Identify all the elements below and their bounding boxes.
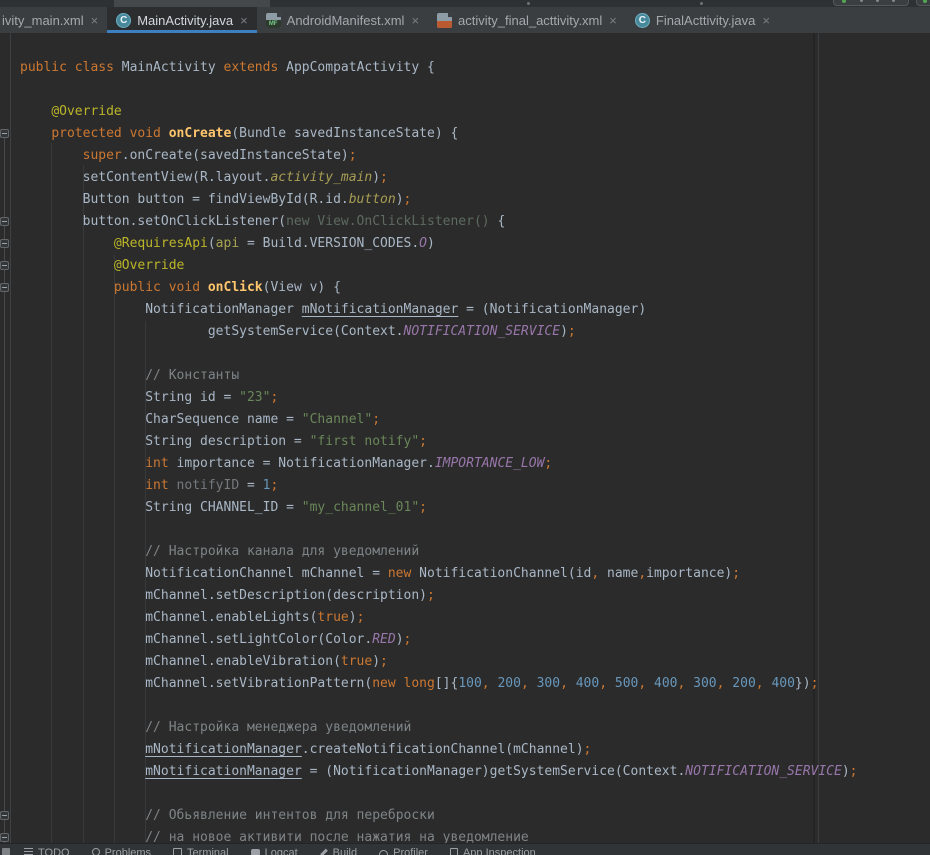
- code-editor[interactable]: public class MainActivity extends AppCom…: [0, 33, 930, 843]
- toolbar-cropped-strip: [0, 0, 930, 7]
- tab-close-icon[interactable]: ×: [762, 14, 770, 27]
- tab-mainactivity-java[interactable]: C MainActivity.java ×: [107, 7, 256, 33]
- toolbar-dot-icon: [700, 2, 703, 5]
- code-line: String CHANNEL_ID = "my_channel_01";: [20, 497, 930, 519]
- bottombar-item-label: Logcat: [265, 847, 298, 855]
- bottombar-item-label: TODO: [38, 847, 70, 855]
- tab-finalacttivity-java[interactable]: C FinalActtivity.java ×: [626, 7, 779, 33]
- fold-marker[interactable]: [0, 811, 9, 820]
- todo-list-icon: [24, 848, 33, 855]
- tab-label: FinalActtivity.java: [656, 13, 755, 28]
- tab-activity-final-acttivity-xml[interactable]: activity_final_acttivity.xml ×: [428, 7, 626, 33]
- bottombar-item-problems[interactable]: Problems: [92, 847, 151, 855]
- toolbar-segment: [114, 0, 270, 7]
- fold-marker[interactable]: [0, 217, 9, 226]
- bottombar-item-todo[interactable]: TODO: [24, 847, 70, 855]
- code-line: [20, 695, 930, 717]
- code-line: mNotificationManager.createNotificationC…: [20, 739, 930, 761]
- manifest-file-icon: MF: [266, 13, 281, 28]
- bottombar-item-profiler[interactable]: Profiler: [379, 847, 428, 855]
- tab-label: ivity_main.xml: [2, 13, 84, 28]
- code-line: CharSequence name = "Channel";: [20, 409, 930, 431]
- code-line: mNotificationManager = (NotificationMana…: [20, 761, 930, 783]
- code-line: button.setOnClickListener(new View.OnCli…: [20, 211, 930, 233]
- profiler-icon: [379, 850, 388, 855]
- code-line: [20, 79, 930, 101]
- code-line: NotificationManager mNotificationManager…: [20, 299, 930, 321]
- code-line: Button button = findViewById(R.id.button…: [20, 189, 930, 211]
- bottombar-item-app-inspection[interactable]: App Inspection: [450, 847, 536, 855]
- tab-close-icon[interactable]: ×: [411, 14, 419, 27]
- code-line: mChannel.setLightColor(Color.RED);: [20, 629, 930, 651]
- code-line: // Константы: [20, 365, 930, 387]
- java-class-file-icon: C: [116, 13, 131, 28]
- code-line: @Override: [20, 101, 930, 123]
- fold-marker[interactable]: [0, 239, 9, 248]
- code-line: [20, 343, 930, 365]
- code-line: mChannel.enableVibration(true);: [20, 651, 930, 673]
- problems-icon: [92, 848, 100, 855]
- bottombar-item-build[interactable]: Build: [320, 847, 357, 855]
- bottombar-item-logcat[interactable]: Logcat: [251, 847, 298, 855]
- fold-marker[interactable]: [0, 261, 9, 270]
- code-line: mChannel.setVibrationPattern(new long[]{…: [20, 673, 930, 695]
- fold-marker[interactable]: [0, 833, 9, 842]
- bottombar-item-terminal[interactable]: Terminal: [173, 847, 229, 855]
- window-icon-fragment[interactable]: [2, 848, 10, 855]
- terminal-icon: [173, 848, 182, 855]
- tab-close-icon[interactable]: ×: [240, 14, 248, 27]
- bottombar-item-label: Profiler: [393, 847, 428, 855]
- code-line: protected void onCreate(Bundle savedInst…: [20, 123, 930, 145]
- code-line: super.onCreate(savedInstanceState);: [20, 145, 930, 167]
- code-line: String description = "first notify";: [20, 431, 930, 453]
- code-line: getSystemService(Context.NOTIFICATION_SE…: [20, 321, 930, 343]
- bottombar-item-label: App Inspection: [463, 847, 536, 855]
- bottombar-item-label: Build: [333, 847, 357, 855]
- ide-window: ivity_main.xml × C MainActivity.java × MF Andr…: [0, 0, 930, 855]
- tab-close-icon[interactable]: ×: [91, 14, 99, 27]
- tab-label: AndroidManifest.xml: [287, 13, 405, 28]
- fold-marker[interactable]: [0, 283, 9, 292]
- java-class-file-icon: C: [635, 13, 650, 28]
- layout-xml-file-icon: [437, 13, 452, 28]
- tool-window-bar: TODO Problems Terminal Logcat Build Profiler A…: [0, 843, 930, 855]
- code-line: NotificationChannel mChannel = new Notif…: [20, 563, 930, 585]
- tab-label: MainActivity.java: [137, 13, 233, 28]
- tab-androidmanifest-xml[interactable]: MF AndroidManifest.xml ×: [257, 7, 428, 33]
- build-hammer-icon: [320, 849, 328, 855]
- code-line: // Настройка менеджера уведомлений: [20, 717, 930, 739]
- code-area[interactable]: public class MainActivity extends AppCom…: [0, 33, 930, 843]
- code-line: [20, 519, 930, 541]
- logcat-icon: [251, 849, 260, 855]
- tab-close-icon[interactable]: ×: [609, 14, 617, 27]
- code-line: // на новое активити после нажатия на ув…: [20, 827, 930, 843]
- code-line: int importance = NotificationManager.IMP…: [20, 453, 930, 475]
- code-line: mChannel.enableLights(true);: [20, 607, 930, 629]
- fold-marker[interactable]: [0, 129, 9, 138]
- tab-ivity-main-xml[interactable]: ivity_main.xml ×: [0, 7, 107, 33]
- code-line: // Настройка канала для уведомлений: [20, 541, 930, 563]
- code-line: public void onClick(View v) {: [20, 277, 930, 299]
- code-line: @Override: [20, 255, 930, 277]
- code-line: String id = "23";: [20, 387, 930, 409]
- code-line: [20, 783, 930, 805]
- code-line: int notifyID = 1;: [20, 475, 930, 497]
- code-line: public class MainActivity extends AppCom…: [20, 57, 930, 79]
- editor-tab-bar: ivity_main.xml × C MainActivity.java × MF Andr…: [0, 7, 930, 33]
- code-line: mChannel.setDescription(description);: [20, 585, 930, 607]
- bottombar-item-label: Terminal: [187, 847, 229, 855]
- app-inspection-icon: [450, 848, 458, 855]
- code-line: // Обьявление интентов для переброски: [20, 805, 930, 827]
- run-widget-fragment[interactable]: [833, 0, 909, 6]
- toolbar-dot-icon: [527, 2, 530, 5]
- tab-label: activity_final_acttivity.xml: [458, 13, 602, 28]
- bottombar-item-label: Problems: [105, 847, 151, 855]
- code-line: @RequiresApi(api = Build.VERSION_CODES.O…: [20, 233, 930, 255]
- code-line: setContentView(R.layout.activity_main);: [20, 167, 930, 189]
- run-widget-fragment[interactable]: [916, 0, 930, 6]
